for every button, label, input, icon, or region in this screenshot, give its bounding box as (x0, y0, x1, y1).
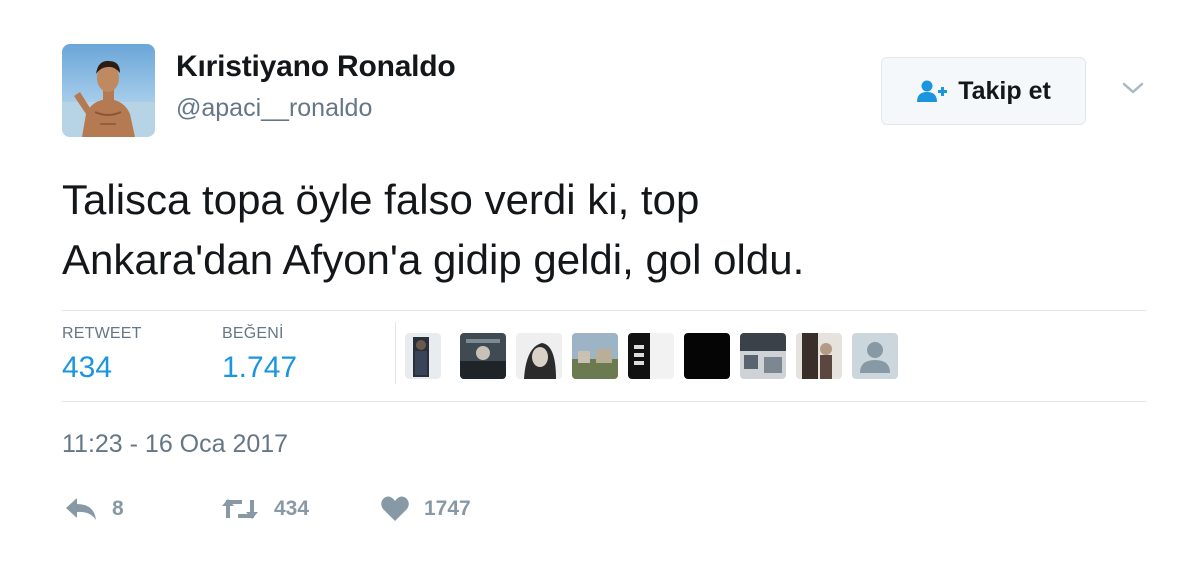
liker-avatar[interactable] (684, 333, 730, 379)
retweet-count: 434 (274, 497, 310, 520)
user-avatar[interactable] (62, 44, 155, 137)
liker-photo-icon (516, 333, 562, 379)
retweet-stat-label: RETWEET (62, 325, 142, 342)
liker-photo-icon (460, 333, 506, 379)
tweet-text-line: Ankara'dan Afyon'a gidip geldi, gol oldu… (62, 236, 805, 283)
divider (62, 401, 1146, 402)
user-screen-name[interactable]: @apaci__ronaldo (176, 94, 372, 123)
user-display-name[interactable]: Kıristiyano Ronaldo (176, 50, 456, 84)
like-button[interactable]: 1747 (380, 490, 471, 528)
liker-avatar[interactable] (572, 333, 618, 379)
divider (62, 310, 1146, 311)
like-stat-label: BEĞENİ (222, 325, 284, 342)
tweet-card: Kıristiyano Ronaldo @apaci__ronaldo Taki… (0, 0, 1200, 575)
heart-icon (381, 496, 409, 521)
add-user-icon (917, 80, 948, 102)
reply-icon (66, 498, 96, 520)
retweet-stat-value: 434 (62, 351, 113, 384)
retweet-icon (222, 499, 258, 519)
follow-button-label: Takip et (958, 76, 1051, 105)
reply-count: 8 (112, 497, 124, 520)
liker-avatar[interactable] (796, 333, 842, 379)
like-stat-value: 1.747 (222, 351, 298, 384)
liker-avatar[interactable] (740, 333, 786, 379)
liker-photo-icon (796, 333, 842, 379)
chevron-down-icon (1122, 82, 1144, 94)
liker-avatar[interactable] (405, 333, 441, 379)
default-user-icon (852, 333, 898, 379)
retweet-stat[interactable]: RETWEET 434 (62, 325, 142, 385)
reply-button[interactable]: 8 (64, 490, 124, 528)
liker-avatar[interactable] (516, 333, 562, 379)
liker-avatar[interactable] (628, 333, 674, 379)
liker-avatar[interactable] (852, 333, 898, 379)
tweet-text: Talisca topa öyle falso verdi ki, top An… (62, 170, 1142, 290)
tweet-timestamp[interactable]: 11:23 - 16 Oca 2017 (62, 430, 288, 459)
liker-photo-icon (740, 333, 786, 379)
liker-photo-icon (684, 333, 730, 379)
liker-photo-icon (628, 333, 674, 379)
follow-button[interactable]: Takip et (881, 57, 1086, 125)
profile-photo-icon (62, 60, 155, 137)
like-stat[interactable]: BEĞENİ 1.747 (222, 325, 297, 385)
retweet-button[interactable]: 434 (220, 490, 309, 528)
liker-photo-icon (572, 333, 618, 379)
tweet-text-line: Talisca topa öyle falso verdi ki, top (62, 176, 700, 223)
like-count: 1747 (424, 497, 471, 520)
liker-photo-icon (405, 333, 441, 379)
more-options-button[interactable] (1120, 78, 1146, 98)
liker-avatar[interactable] (460, 333, 506, 379)
divider (395, 322, 396, 384)
